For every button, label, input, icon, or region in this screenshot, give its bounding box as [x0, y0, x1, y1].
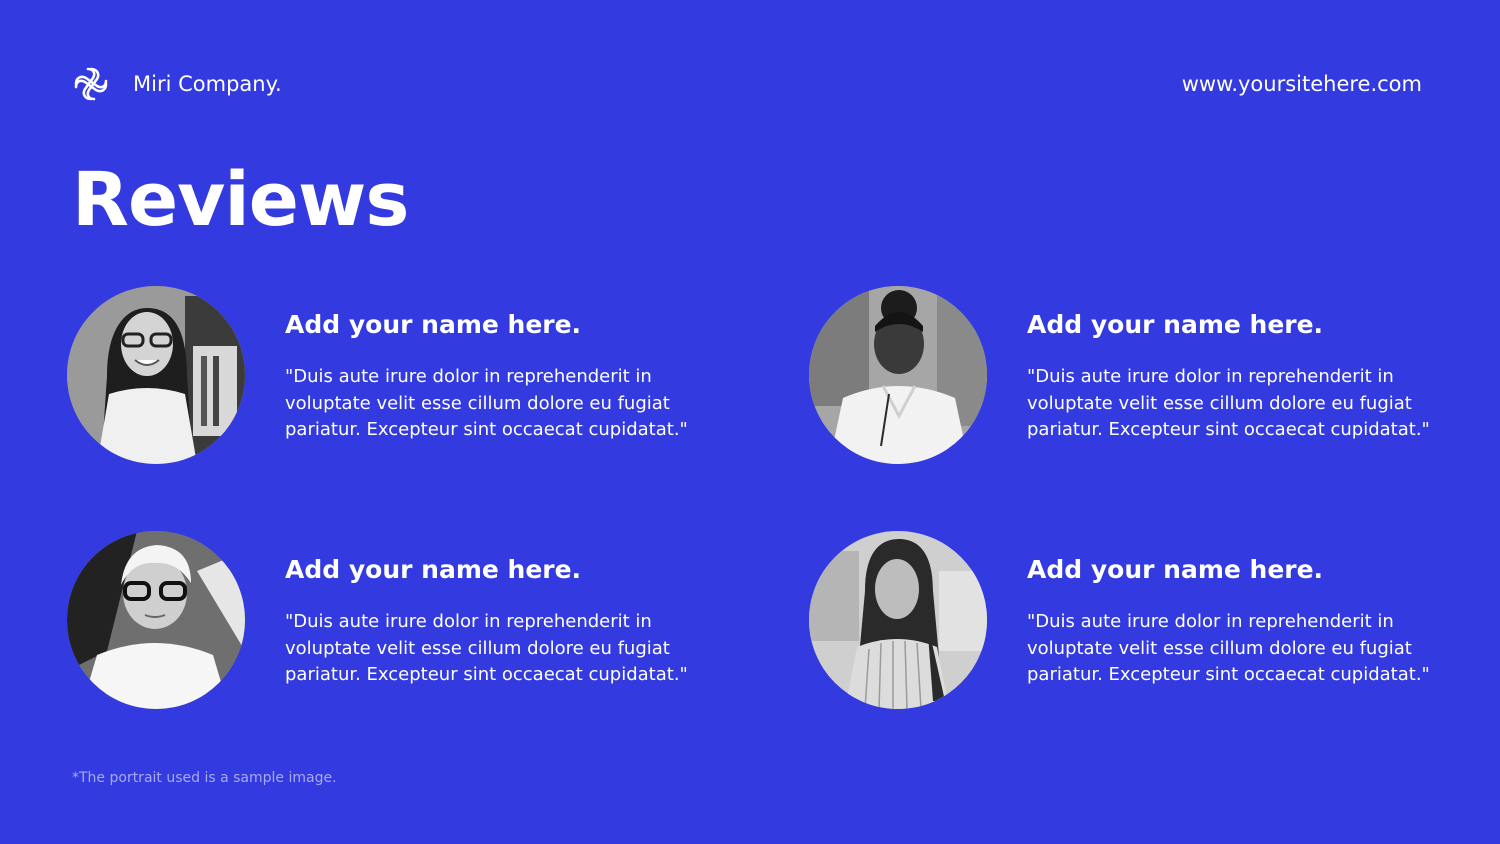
review-card: Add your name here. "Duis aute irure dol… [809, 286, 1489, 466]
review-quote: "Duis aute irure dolor in reprehenderit … [285, 611, 688, 685]
reviewer-name: Add your name here. [1027, 555, 1324, 584]
company-logo-icon [71, 64, 111, 104]
review-quote: "Duis aute irure dolor in reprehenderit … [1027, 366, 1430, 440]
reviewer-name: Add your name here. [285, 310, 582, 339]
review-card: Add your name here. "Duis aute irure dol… [67, 286, 747, 466]
reviewer-avatar [809, 286, 987, 464]
reviewer-name: Add your name here. [285, 555, 582, 584]
review-card: Add your name here. "Duis aute irure dol… [809, 531, 1489, 711]
review-quote: "Duis aute irure dolor in reprehenderit … [1027, 611, 1430, 685]
sample-image-footnote: *The portrait used is a sample image. [72, 770, 337, 786]
review-quote: "Duis aute irure dolor in reprehenderit … [285, 366, 688, 440]
brand-name: Miri Company. [133, 72, 282, 96]
review-card: Add your name here. "Duis aute irure dol… [67, 531, 747, 711]
reviewer-avatar [809, 531, 987, 709]
page-title: Reviews [72, 157, 409, 243]
reviewer-avatar [67, 531, 245, 709]
reviewer-name: Add your name here. [1027, 310, 1324, 339]
reviewer-avatar [67, 286, 245, 464]
website-link[interactable]: www.yoursitehere.com [1182, 70, 1422, 98]
